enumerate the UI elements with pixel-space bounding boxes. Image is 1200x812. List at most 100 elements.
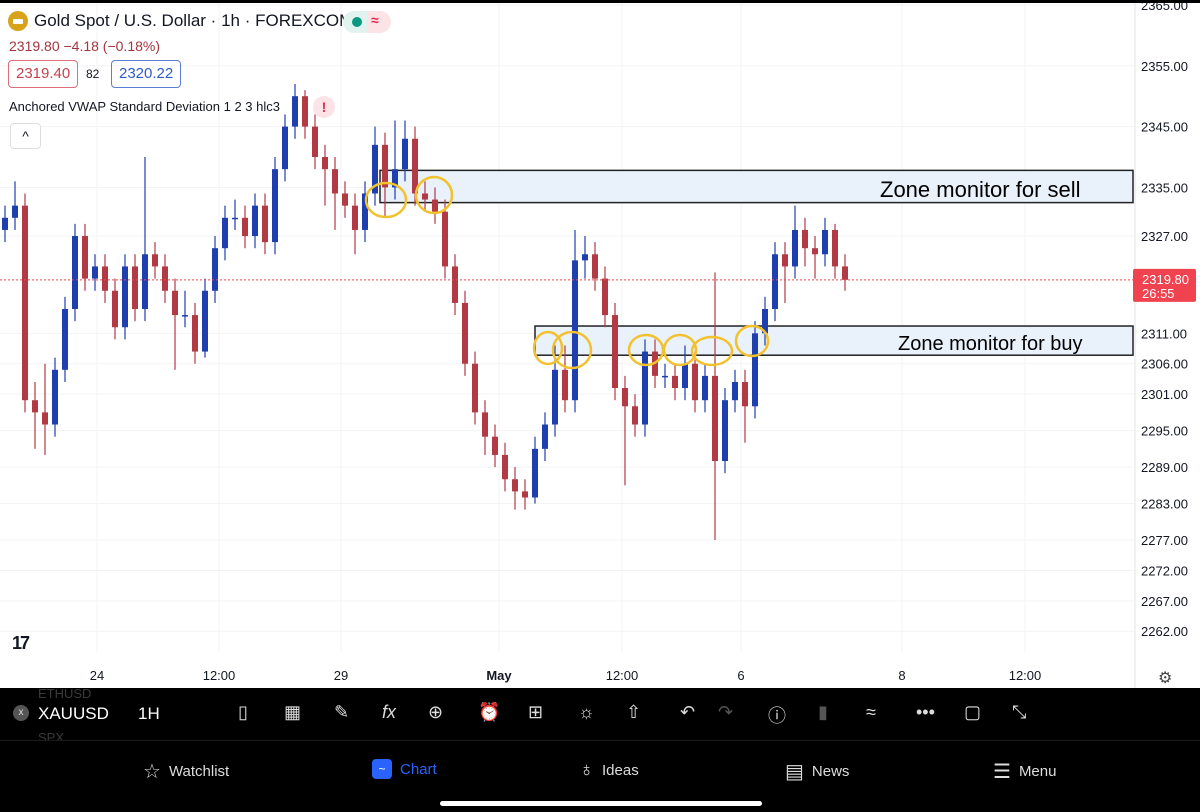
candle [832, 223, 838, 279]
candle-body [562, 369, 568, 401]
candle [202, 278, 208, 358]
candle-body [342, 193, 348, 206]
nav-news[interactable]: ▤ News [785, 759, 849, 784]
sell-price-button[interactable]: 2319.40 [8, 60, 79, 88]
candle [72, 223, 78, 322]
lightbulb-icon[interactable]: ☼ [578, 702, 595, 723]
collapse-legend-button[interactable]: ^ [10, 123, 41, 149]
grid-icon[interactable]: ⊞ [528, 702, 543, 723]
add-circle-icon[interactable]: ⊕ [428, 702, 443, 723]
candle-body [102, 266, 108, 291]
candle [172, 278, 178, 370]
y-tick-label: 2295.00 [1141, 424, 1188, 439]
candle [472, 351, 478, 425]
candle-body [622, 388, 628, 407]
candle-body [582, 254, 588, 261]
candle-body [272, 169, 278, 243]
bar-chart-icon[interactable]: ▮ [818, 702, 828, 723]
candle-body [512, 479, 518, 492]
indicators-fx-icon[interactable]: fx [382, 702, 396, 723]
news-icon: ▤ [785, 761, 804, 783]
candle-body [422, 193, 428, 200]
candle-body [72, 236, 78, 309]
pencil-icon[interactable]: ✎ [334, 702, 349, 723]
layout-icon[interactable]: ▢ [964, 702, 981, 723]
undo-icon[interactable]: ↶ [680, 702, 695, 723]
candle-body [32, 400, 38, 413]
indicator-label[interactable]: Anchored VWAP Standard Deviation 1 2 3 h… [9, 99, 280, 114]
prev-symbol[interactable]: ETHUSD [38, 686, 91, 701]
nav-menu[interactable]: ☰ Menu [993, 759, 1056, 784]
candle [822, 217, 828, 267]
candle [62, 296, 68, 382]
buy-zone-label: Zone monitor for buy [898, 333, 1083, 355]
nav-chart[interactable]: ~ Chart [372, 759, 437, 779]
candle [182, 290, 188, 328]
candle [772, 242, 778, 322]
symbol-header[interactable]: Gold Spot / U.S. Dollar · 1h · FOREXCOM [8, 11, 353, 31]
candle-body [22, 205, 28, 401]
alarm-icon[interactable]: ⏰ [478, 702, 500, 723]
spread-value: 82 [86, 67, 100, 81]
symbol-title: Gold Spot / U.S. Dollar · 1h · FOREXCOM [34, 11, 354, 30]
candle-body [492, 436, 498, 455]
candle [752, 321, 758, 419]
candle-body [482, 412, 488, 437]
candle [572, 229, 578, 413]
candle [742, 369, 748, 443]
strategy-icon[interactable]: ≈ [866, 702, 876, 723]
tradingview-logo: 17 [12, 633, 30, 653]
candle [382, 132, 388, 218]
nav-ideas[interactable]: ♁ Ideas [579, 759, 639, 782]
candle [2, 205, 8, 243]
candle-body [62, 309, 68, 370]
buy-price-button[interactable]: 2320.22 [111, 60, 182, 88]
candle-body [572, 260, 578, 401]
market-status-pill[interactable]: ≈ [343, 11, 391, 33]
candle [102, 254, 108, 303]
candle [112, 278, 118, 340]
info-icon[interactable]: ⓘ [768, 702, 786, 728]
candle [242, 205, 248, 249]
candle [342, 181, 348, 218]
redo-icon[interactable]: ↷ [718, 702, 733, 723]
candle [672, 363, 678, 401]
candle-body [312, 126, 318, 157]
candle-body [252, 205, 258, 237]
candle [522, 479, 528, 510]
x-tick-label: 24 [90, 668, 104, 683]
candle-body [262, 205, 268, 243]
candle-body [2, 217, 8, 230]
candle [122, 254, 128, 340]
interval-button[interactable]: 1H [138, 704, 160, 724]
candle [602, 266, 608, 328]
candle-body [672, 375, 678, 389]
candle [142, 157, 148, 322]
share-icon[interactable]: ⇧ [626, 702, 641, 723]
chart-area[interactable]: 2365.00 2355.00 2345.00 2335.00 2327.00 2311.… [0, 3, 1200, 688]
candle [282, 114, 288, 182]
x-tick-label: 8 [898, 668, 905, 683]
more-icon[interactable]: ••• [916, 702, 935, 723]
y-tick-label: 2311.00 [1141, 326, 1187, 341]
candle [582, 236, 588, 279]
candle [662, 363, 668, 389]
y-tick-label: 2262.00 [1141, 624, 1188, 639]
candle [232, 199, 238, 230]
candle-body [192, 315, 198, 352]
fullscreen-icon[interactable]: ⤡ [1012, 702, 1026, 723]
candle-body [172, 290, 178, 316]
market-open-icon [352, 17, 362, 27]
candle-body [52, 369, 58, 425]
remove-symbol-icon[interactable]: x [13, 705, 29, 721]
symbol-button[interactable]: XAUUSD [38, 704, 109, 724]
candles-icon[interactable]: ▯ [238, 702, 248, 723]
menu-icon: ☰ [993, 761, 1011, 783]
candle-body [282, 126, 288, 170]
settings-gear-icon[interactable]: ⚙ [1158, 668, 1172, 688]
y-tick-label: 2267.00 [1141, 594, 1188, 609]
warning-icon[interactable]: ! [313, 96, 335, 118]
calendar-range-icon[interactable]: ▦ [284, 702, 301, 723]
nav-watchlist[interactable]: ☆ Watchlist [143, 759, 229, 784]
candle-body [152, 254, 158, 267]
